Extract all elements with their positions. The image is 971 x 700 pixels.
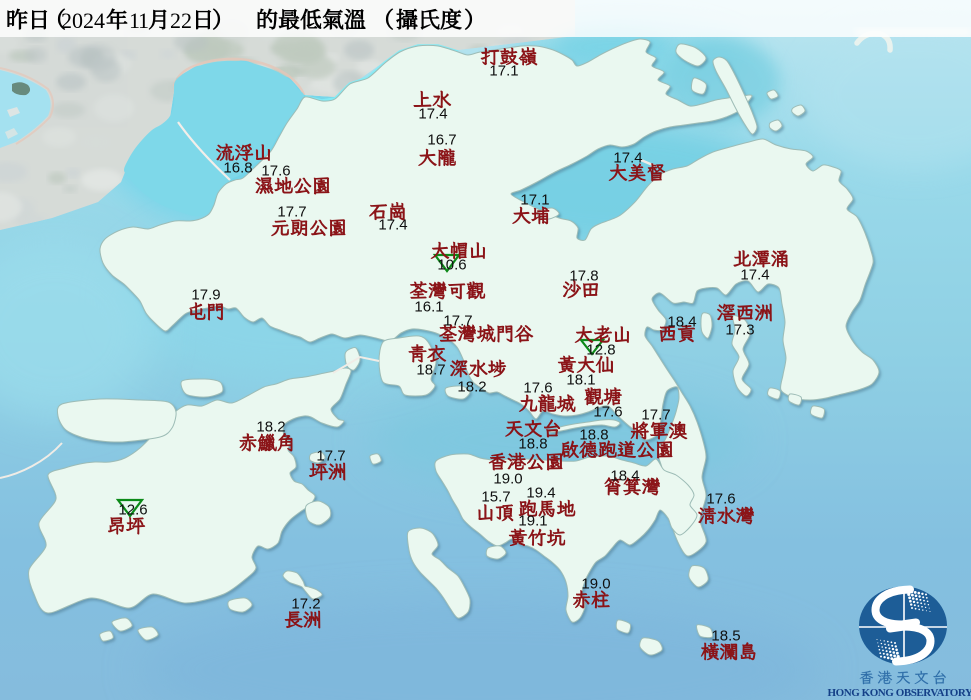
svg-text:HONG KONG OBSERVATORY: HONG KONG OBSERVATORY xyxy=(827,687,971,699)
svg-text:2: 2 xyxy=(61,8,72,33)
svg-text:2: 2 xyxy=(170,8,181,33)
svg-text:2: 2 xyxy=(181,8,192,33)
svg-text:1: 1 xyxy=(138,8,149,33)
svg-text:4: 4 xyxy=(94,8,105,33)
svg-text:0: 0 xyxy=(72,8,83,33)
svg-text:2: 2 xyxy=(83,8,94,33)
